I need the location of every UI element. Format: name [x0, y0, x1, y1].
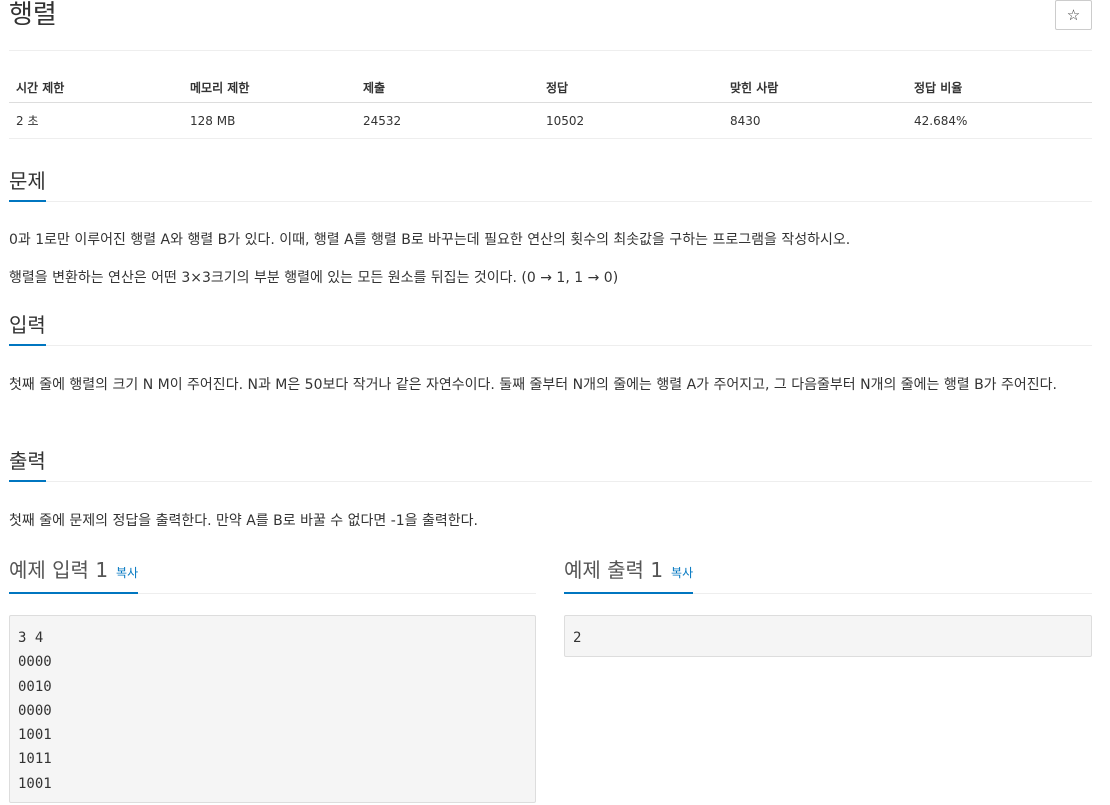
sample-output-copy-button[interactable]: 복사 — [671, 566, 693, 580]
sample-input-title: 예제 입력 1 복사 — [9, 557, 139, 594]
value-memory-limit: 128 MB — [183, 102, 356, 139]
sample-output-heading: 예제 출력 1 — [564, 558, 664, 582]
sample-input-box: 3 4 0000 0010 0000 1001 1011 1001 — [9, 615, 536, 803]
header-memory-limit: 메모리 제한 — [183, 72, 356, 103]
sample-output-title: 예제 출력 1 복사 — [564, 557, 694, 594]
problem-title: 행렬 — [9, 0, 57, 30]
output-section-header: 출력 — [9, 448, 1092, 482]
header-submissions: 제출 — [356, 72, 539, 103]
value-accept-ratio: 42.684% — [907, 102, 1092, 139]
header-accept-ratio: 정답 비율 — [907, 72, 1092, 103]
sample-input-heading: 예제 입력 1 — [9, 558, 109, 582]
output-heading: 출력 — [9, 448, 46, 482]
input-description: 첫째 줄에 행렬의 크기 N M이 주어진다. N과 M은 50보다 작거나 같… — [9, 377, 1057, 393]
description-paragraph-1: 0과 1로만 이루어진 행렬 A와 행렬 B가 있다. 이때, 행렬 A를 행렬… — [9, 232, 851, 248]
problem-page: 행렬 ☆ 시간 제한 메모리 제한 제출 정답 맞힌 사람 정답 비율 2 초 … — [9, 0, 1092, 803]
description-section-header: 문제 — [9, 168, 1092, 202]
info-header-row: 시간 제한 메모리 제한 제출 정답 맞힌 사람 정답 비율 — [9, 72, 1092, 103]
star-icon: ☆ — [1066, 6, 1081, 24]
sample-input-copy-button[interactable]: 복사 — [116, 566, 138, 580]
input-heading: 입력 — [9, 312, 46, 346]
header-time-limit: 시간 제한 — [9, 72, 183, 103]
value-time-limit: 2 초 — [9, 102, 183, 139]
problem-info-table: 시간 제한 메모리 제한 제출 정답 맞힌 사람 정답 비율 2 초 128 M… — [9, 72, 1092, 139]
header-accepted: 정답 — [539, 72, 723, 103]
sample-output-header: 예제 출력 1 복사 — [564, 557, 1092, 594]
value-accepted: 10502 — [539, 102, 723, 139]
sample-output-box: 2 — [564, 615, 1092, 657]
description-paragraph-2: 행렬을 변환하는 연산은 어떤 3×3크기의 부분 행렬에 있는 모든 원소를 … — [9, 270, 619, 286]
title-row: 행렬 ☆ — [9, 0, 1092, 51]
header-solved-users: 맞힌 사람 — [723, 72, 907, 103]
info-value-row: 2 초 128 MB 24532 10502 8430 42.684% — [9, 102, 1092, 139]
favorite-button[interactable]: ☆ — [1055, 0, 1092, 30]
input-section-header: 입력 — [9, 312, 1092, 346]
description-heading: 문제 — [9, 168, 46, 202]
value-solved-users: 8430 — [723, 102, 907, 139]
output-description: 첫째 줄에 문제의 정답을 출력한다. 만약 A를 B로 바꿀 수 없다면 -1… — [9, 513, 478, 529]
value-submissions: 24532 — [356, 102, 539, 139]
sample-input-header: 예제 입력 1 복사 — [9, 557, 536, 594]
